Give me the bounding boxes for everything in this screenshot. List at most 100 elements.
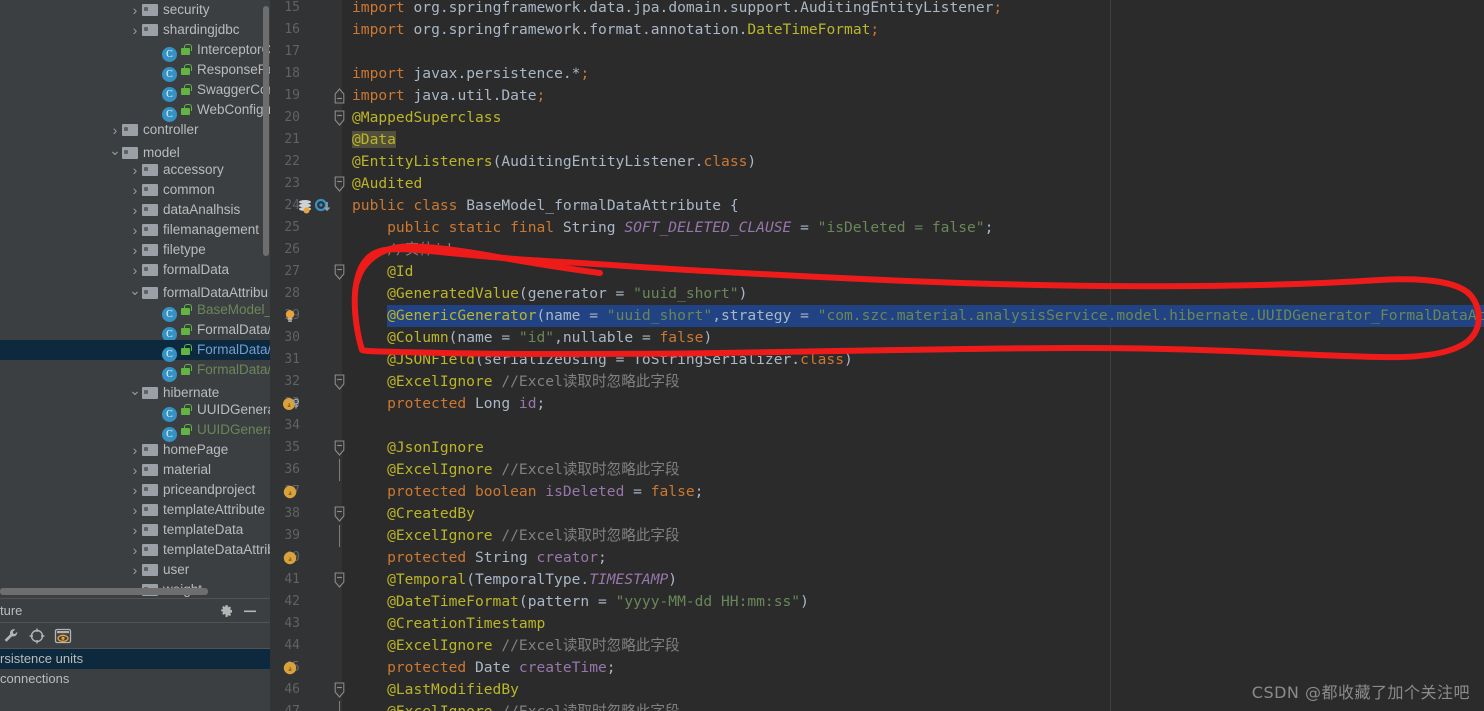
chevron-right-icon[interactable]: › [128,440,142,460]
minimize-icon[interactable] [242,603,258,619]
code-line[interactable]: import org.springframework.format.annota… [342,19,879,41]
lombok-key-icon[interactable]: a [282,396,299,412]
chevron-right-icon[interactable]: › [128,160,142,180]
tree-item-model[interactable]: ⌄ model [0,140,270,160]
lombok-icon[interactable]: a [282,660,298,676]
tree-item-dataanalhsis[interactable]: › dataAnalhsis [0,200,270,220]
target-icon[interactable] [28,627,46,645]
chevron-down-icon[interactable]: ⌄ [108,140,122,160]
code-line[interactable]: protected Date createTime; [342,657,615,679]
tree-item-priceandproject[interactable]: › priceandproject [0,480,270,500]
code-line[interactable]: @CreatedBy [342,503,475,525]
tree-item-formaldata[interactable]: C FormalData/ [0,340,270,362]
code-line[interactable]: @GeneratedValue(generator = "uuid_short"… [342,283,747,305]
scrollbar-thumb[interactable] [263,6,269,256]
lightbulb-icon[interactable] [282,308,298,324]
lombok-icon[interactable]: a [282,550,298,566]
tree-item-templateattribute[interactable]: › templateAttribute [0,500,270,520]
tree-item-basemodel[interactable]: C BaseModel_ [0,300,270,322]
tree-item-shardingjdbc[interactable]: › shardingjdbc [0,20,270,40]
persistence-tool-window[interactable]: ture rsistence units connections [0,598,270,711]
code-line[interactable]: @Audited [342,173,422,195]
tree-item-controller[interactable]: › controller [0,120,270,140]
tool-window-toolbar[interactable] [0,623,270,649]
chevron-right-icon[interactable]: › [128,560,142,580]
code-line[interactable]: @Column(name = "id",nullable = false) [342,327,712,349]
code-line[interactable] [342,41,352,63]
code-line[interactable]: @ExcelIgnore //Excel读取时忽略此字段 [342,525,679,547]
chevron-right-icon[interactable]: › [128,480,142,500]
project-tree-panel[interactable]: › security › shardingjdbc CInterceptorConCRe… [0,0,270,601]
tree-item-uuidgenera[interactable]: C UUIDGenera [0,420,270,442]
tree-item-filemanagement[interactable]: › filemanagement [0,220,270,240]
tree-item-responseresul[interactable]: CResponseResul [0,60,270,82]
tree-item-formaldata[interactable]: › formalData [0,260,270,280]
chevron-right-icon[interactable]: › [128,240,142,260]
tree-item-filetype[interactable]: › filetype [0,240,270,260]
code-line[interactable]: @EntityListeners(AuditingEntityListener.… [342,151,756,173]
code-line[interactable]: @ExcelIgnore //Excel读取时忽略此字段 [342,635,679,657]
tree-item-formaldata[interactable]: C FormalData/ [0,360,270,382]
code-line[interactable]: @CreationTimestamp [342,613,545,635]
tree-item-material[interactable]: › material [0,460,270,480]
gear-icon[interactable] [218,603,234,619]
chevron-down-icon[interactable]: ⌄ [128,280,142,300]
tree-item-hibernate[interactable]: ⌄ hibernate [0,380,270,400]
lombok-icon[interactable]: a [282,484,298,500]
persistence-list-item[interactable]: rsistence units [0,649,270,669]
project-tree-scrollbar[interactable] [262,0,270,601]
code-line[interactable]: @Id [342,261,413,283]
tree-item-security[interactable]: › security [0,0,270,20]
code-line[interactable] [342,415,352,437]
tree-item-formaldataattribu[interactable]: ⌄ formalDataAttribu [0,280,270,300]
code-line[interactable]: @ExcelIgnore //Excel读取时忽略此字段 [342,371,679,393]
chevron-right-icon[interactable]: › [128,540,142,560]
chevron-right-icon[interactable]: › [128,220,142,240]
chevron-down-icon[interactable]: ⌄ [128,380,142,400]
code-content[interactable]: import org.springframework.data.jpa.doma… [342,0,1484,711]
tree-item-templatedataattrib[interactable]: › templateDataAttrib [0,540,270,560]
database-preview-icon[interactable] [54,627,72,645]
code-line[interactable]: import java.util.Date; [342,85,545,107]
code-line[interactable]: protected boolean isDeleted = false; [342,481,703,503]
tree-item-interceptorcon[interactable]: CInterceptorCon [0,40,270,62]
chevron-right-icon[interactable]: › [128,500,142,520]
code-editor[interactable]: 15161718192021222324252627282930313233a3… [270,0,1484,711]
chevron-right-icon[interactable]: › [128,20,142,40]
tree-item-webconfigurer[interactable]: CWebConfigurer [0,100,270,122]
project-tree-hscrollbar[interactable] [0,588,208,595]
persistence-list[interactable]: rsistence units connections [0,649,270,689]
wrench-icon[interactable] [2,627,20,645]
bean-icon[interactable] [298,198,330,214]
code-line[interactable]: protected String creator; [342,547,607,569]
chevron-right-icon[interactable]: › [128,520,142,540]
code-line[interactable]: import javax.persistence.*; [342,63,589,85]
code-line-selected[interactable]: @GenericGenerator(name = "uuid_short",st… [342,305,1484,327]
code-line[interactable]: @DateTimeFormat(pattern = "yyyy-MM-dd HH… [342,591,809,613]
code-line[interactable]: //实体id [342,239,451,261]
code-line[interactable]: @ExcelIgnore //Excel读取时忽略此字段 [342,459,679,481]
code-line[interactable]: protected Long id; [342,393,545,415]
tree-item-user[interactable]: › user [0,560,270,580]
tree-item-swaggerconfig[interactable]: CSwaggerConfig [0,80,270,102]
code-line[interactable]: @LastModifiedBy [342,679,519,701]
code-line[interactable]: @JsonIgnore [342,437,484,459]
chevron-right-icon[interactable]: › [128,200,142,220]
tree-item-homepage[interactable]: › homePage [0,440,270,460]
code-line[interactable]: @ExcelIgnore //Excel读取时忽略此字段 [342,701,679,711]
code-line[interactable]: public static final String SOFT_DELETED_… [342,217,993,239]
persistence-list-item[interactable]: connections [0,669,270,689]
tree-item-uuidgenera[interactable]: C UUIDGenera [0,400,270,422]
chevron-right-icon[interactable]: › [128,0,142,20]
editor-gutter[interactable]: 15161718192021222324252627282930313233a3… [270,0,345,711]
code-line[interactable]: public class BaseModel_formalDataAttribu… [342,195,739,217]
code-line[interactable]: @Data [342,129,396,151]
tree-item-templatedata[interactable]: › templateData [0,520,270,540]
code-line[interactable]: @MappedSuperclass [342,107,501,129]
chevron-right-icon[interactable]: › [128,180,142,200]
code-line[interactable]: @Temporal(TemporalType.TIMESTAMP) [342,569,677,591]
code-line[interactable]: @JSONField(serializeUsing = ToStringSeri… [342,349,853,371]
code-line[interactable]: import org.springframework.data.jpa.doma… [342,0,1002,19]
tree-item-accessory[interactable]: › accessory [0,160,270,180]
chevron-right-icon[interactable]: › [128,260,142,280]
